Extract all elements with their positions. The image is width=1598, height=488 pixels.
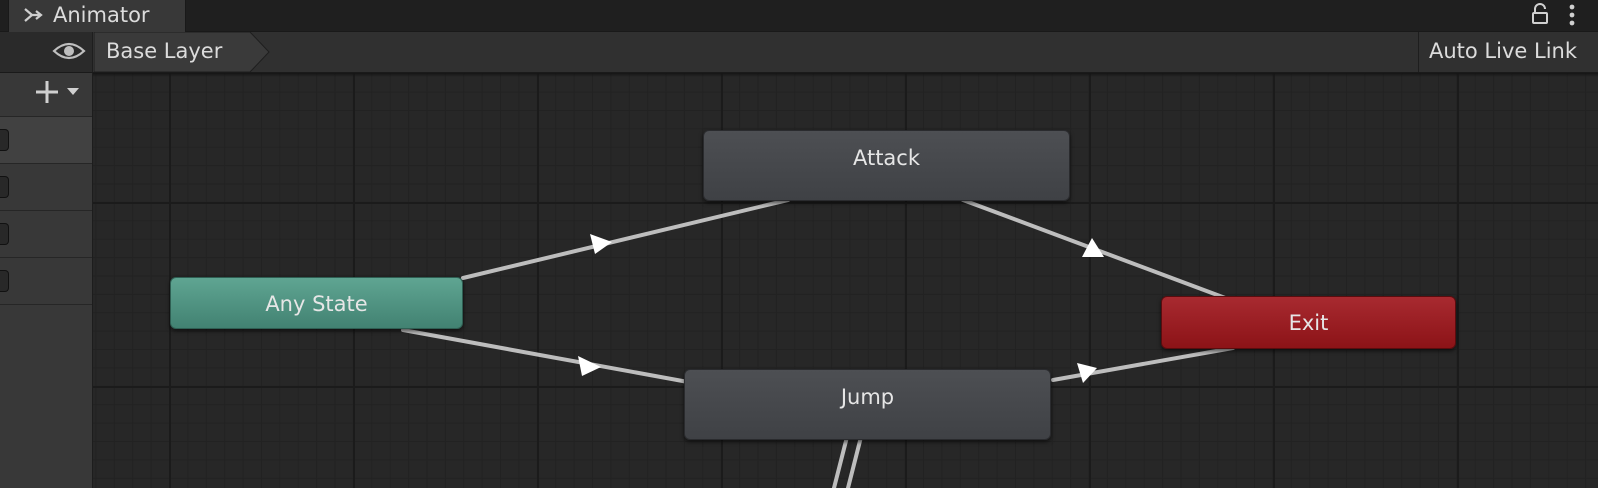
add-layer-button[interactable]: [32, 77, 90, 107]
state-label: Attack: [852, 146, 921, 170]
auto-live-link-button[interactable]: Auto Live Link: [1418, 32, 1598, 72]
vertical-ellipsis-icon[interactable]: [1565, 2, 1579, 28]
plus-icon: [36, 81, 58, 103]
breadcrumb[interactable]: Base Layer: [94, 32, 270, 72]
transition-jump-down-b: [846, 431, 864, 488]
state-node-attack[interactable]: Attack: [703, 130, 1070, 201]
animator-tab[interactable]: Animator: [8, 0, 186, 32]
transition-anystate-jump: [401, 328, 690, 384]
tab-title: Animator: [53, 3, 150, 27]
layer-drag-handle[interactable]: [0, 223, 9, 245]
layers-panel: [0, 73, 93, 488]
graph-top-shadow: [93, 73, 1598, 77]
layer-row[interactable]: [0, 163, 92, 210]
layer-row[interactable]: [0, 257, 92, 305]
breadcrumb-base-layer: Base Layer: [106, 39, 223, 63]
transition-jump-down-a: [832, 431, 850, 488]
state-label: Jump: [840, 385, 895, 409]
state-label: Exit: [1288, 311, 1329, 335]
animator-transition-icon: [24, 8, 43, 22]
state-machine-graph[interactable]: Attack Any State Exit Jump: [93, 73, 1598, 488]
layer-drag-handle[interactable]: [0, 270, 9, 292]
layer-drag-handle[interactable]: [0, 176, 9, 198]
transition-arrow: [578, 356, 601, 376]
layer-row[interactable]: [0, 116, 92, 163]
state-node-exit[interactable]: Exit: [1161, 296, 1456, 349]
caret-down-icon: [67, 88, 79, 95]
state-node-any-state[interactable]: Any State: [170, 277, 463, 329]
layer-visibility-button[interactable]: [0, 32, 93, 72]
layer-breadcrumb-bar: Base Layer Auto Live Link: [0, 32, 1598, 73]
transition-anystate-attack: [461, 198, 790, 280]
state-label: Any State: [265, 292, 368, 316]
layer-row[interactable]: [0, 210, 92, 257]
layer-drag-handle[interactable]: [0, 129, 9, 151]
eye-icon: [52, 42, 86, 60]
padlock-icon[interactable]: [1531, 3, 1551, 25]
auto-live-link-label: Auto Live Link: [1429, 39, 1577, 63]
window-title-bar: Animator: [0, 0, 1598, 32]
transition-arrow: [590, 234, 612, 254]
state-node-jump[interactable]: Jump: [684, 369, 1051, 440]
